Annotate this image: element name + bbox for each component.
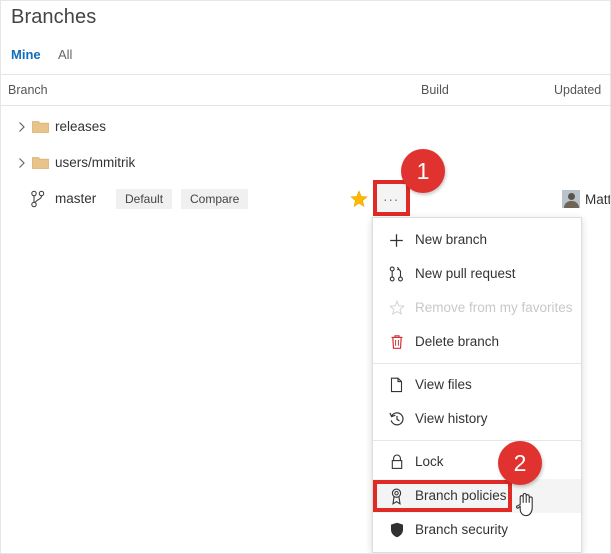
menu-item-label: New branch — [415, 232, 488, 247]
lock-icon — [387, 453, 406, 471]
shield-icon — [387, 521, 406, 539]
ellipsis-icon: ... — [383, 188, 400, 204]
table-row[interactable]: master Default Compare — [1, 181, 610, 217]
column-header-updated[interactable]: Updated — [554, 83, 601, 97]
menu-item-remove-from-favorites: Remove from my favorites — [373, 291, 581, 325]
menu-item-new-pull-request[interactable]: New pull request — [373, 257, 581, 291]
branches-page: Branches Mine All Branch Build Updated r… — [0, 0, 611, 554]
row-name[interactable]: master — [55, 190, 96, 208]
star-filled-icon[interactable] — [350, 190, 368, 208]
column-header-branch[interactable]: Branch — [8, 83, 48, 97]
menu-item-branch-security[interactable]: Branch security — [373, 513, 581, 547]
menu-item-label: View history — [415, 411, 488, 426]
tab-bar: Mine All — [1, 46, 610, 74]
menu-item-label: Remove from my favorites — [415, 300, 573, 315]
compare-button[interactable]: Compare — [181, 189, 249, 209]
tab-mine[interactable]: Mine — [11, 46, 41, 64]
file-icon — [387, 376, 406, 394]
menu-item-label: Branch policies — [415, 488, 507, 503]
more-actions-button[interactable]: ... — [377, 184, 406, 212]
policy-ribbon-icon — [387, 487, 406, 505]
branch-context-menu: New branch New pull request Remove from … — [372, 217, 582, 553]
row-name[interactable]: releases — [55, 118, 106, 136]
avatar-body — [564, 201, 579, 208]
menu-item-view-history[interactable]: View history — [373, 402, 581, 436]
branch-icon — [30, 190, 46, 208]
folder-icon — [32, 120, 49, 134]
page-title: Branches — [11, 6, 97, 28]
author-name: Matt — [585, 192, 611, 207]
menu-item-view-files[interactable]: View files — [373, 368, 581, 402]
table-header-divider — [1, 105, 610, 106]
chevron-right-icon[interactable] — [17, 156, 27, 170]
avatar-head — [568, 193, 575, 200]
menu-item-label: View files — [415, 377, 472, 392]
step-badge-2: 2 — [498, 441, 542, 485]
folder-icon — [32, 156, 49, 170]
step-badge-1: 1 — [401, 149, 445, 193]
tab-all[interactable]: All — [58, 46, 72, 64]
menu-item-new-branch[interactable]: New branch — [373, 223, 581, 257]
pull-request-icon — [387, 265, 406, 283]
menu-item-label: New pull request — [415, 266, 516, 281]
menu-separator — [373, 440, 581, 441]
menu-item-lock[interactable]: Lock — [373, 445, 581, 479]
menu-item-label: Delete branch — [415, 334, 500, 349]
menu-item-delete-branch[interactable]: Delete branch — [373, 325, 581, 359]
menu-item-branch-policies[interactable]: Branch policies — [373, 479, 581, 513]
menu-item-label: Lock — [415, 454, 444, 469]
default-badge[interactable]: Default — [116, 189, 173, 209]
column-header-build[interactable]: Build — [421, 83, 449, 97]
star-outline-icon — [387, 299, 406, 317]
mouse-pointer-icon — [515, 491, 538, 518]
avatar — [562, 190, 580, 208]
row-name[interactable]: users/mmitrik — [55, 154, 135, 172]
plus-icon — [387, 231, 406, 249]
chevron-right-icon[interactable] — [17, 120, 27, 134]
history-icon — [387, 410, 406, 428]
trash-icon — [387, 333, 406, 351]
table-row[interactable]: releases — [1, 109, 610, 145]
menu-item-label: Branch security — [415, 522, 509, 537]
menu-separator — [373, 363, 581, 364]
table-header: Branch Build Updated — [1, 75, 610, 106]
table-row[interactable]: users/mmitrik — [1, 145, 610, 181]
